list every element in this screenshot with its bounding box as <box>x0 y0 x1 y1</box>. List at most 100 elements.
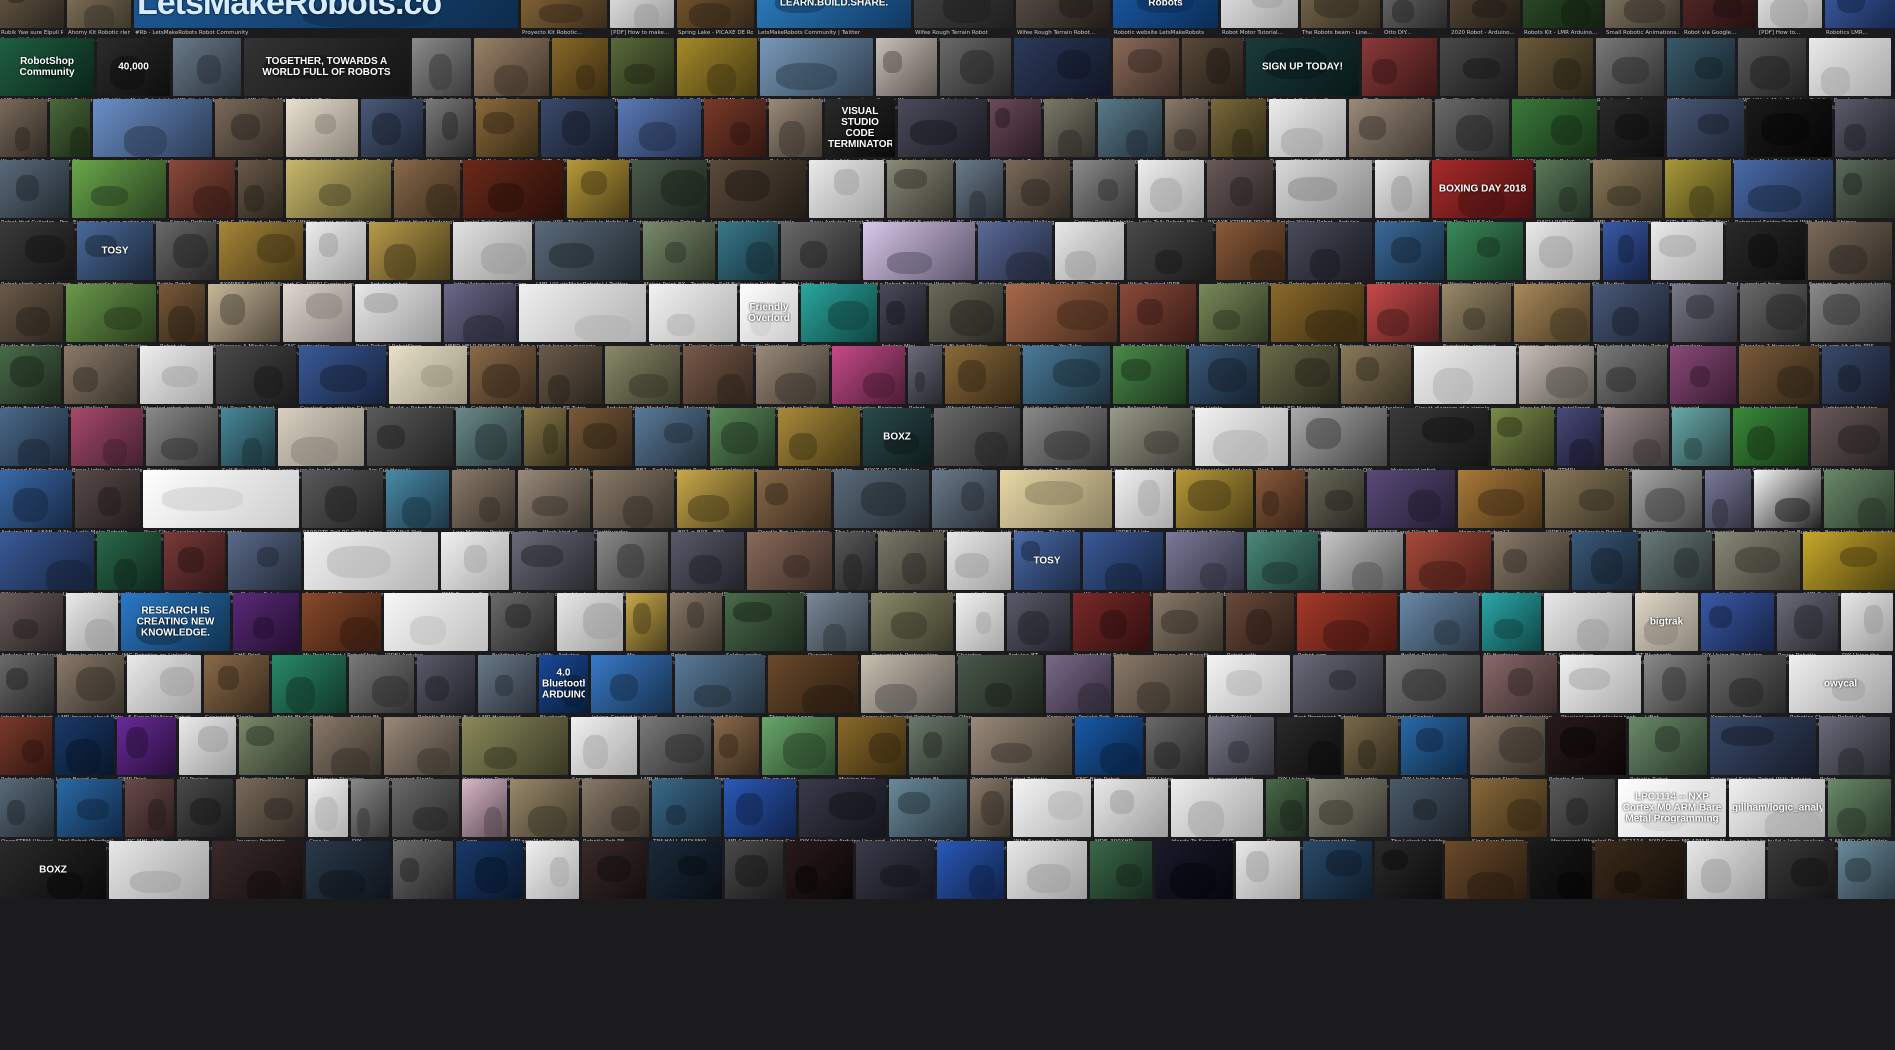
result-thumbnail[interactable] <box>1007 593 1070 651</box>
result-thumbnail[interactable] <box>889 779 967 837</box>
result-thumbnail[interactable] <box>671 532 744 590</box>
result-caption[interactable]: Robotics LMR... <box>1826 30 1895 37</box>
result-thumbnail[interactable] <box>1166 532 1244 590</box>
result-thumbnail[interactable] <box>417 655 475 713</box>
result-thumbnail[interactable] <box>1593 284 1669 342</box>
result-thumbnail[interactable] <box>384 717 459 775</box>
result-thumbnail[interactable] <box>453 222 532 280</box>
result-thumbnail[interactable] <box>351 779 389 837</box>
result-thumbnail[interactable] <box>718 222 778 280</box>
result-thumbnail[interactable] <box>393 841 453 899</box>
result-caption[interactable]: 2020 Robot - Arduino... <box>1451 30 1519 37</box>
result-caption[interactable]: LetsMakeRobots Community | Twitter <box>758 30 910 37</box>
result-thumbnail[interactable] <box>1670 346 1736 404</box>
result-thumbnail[interactable] <box>215 99 283 157</box>
result-thumbnail[interactable] <box>0 532 94 590</box>
result-thumbnail[interactable] <box>1595 841 1684 899</box>
image-result-tile[interactable] <box>1155 841 1233 915</box>
result-thumbnail[interactable] <box>1550 779 1615 837</box>
result-thumbnail[interactable] <box>618 99 701 157</box>
result-thumbnail[interactable] <box>1207 655 1290 713</box>
result-thumbnail[interactable] <box>725 593 804 651</box>
result-thumbnail[interactable] <box>1277 717 1341 775</box>
result-thumbnail[interactable] <box>1113 38 1179 96</box>
result-thumbnail[interactable] <box>1401 717 1467 775</box>
result-thumbnail[interactable]: BOXZ <box>0 841 106 899</box>
result-thumbnail[interactable] <box>756 346 829 404</box>
result-thumbnail[interactable] <box>1641 532 1712 590</box>
result-thumbnail[interactable] <box>1632 470 1702 528</box>
result-thumbnail[interactable] <box>64 346 137 404</box>
result-thumbnail[interactable] <box>908 346 942 404</box>
result-thumbnail[interactable] <box>1044 99 1095 157</box>
result-thumbnail[interactable] <box>299 346 386 404</box>
result-thumbnail[interactable] <box>835 532 875 590</box>
result-thumbnail[interactable] <box>0 717 52 775</box>
image-result-tile[interactable] <box>1375 841 1442 915</box>
image-result-tile[interactable] <box>725 841 783 915</box>
result-thumbnail[interactable] <box>146 408 218 466</box>
result-thumbnail[interactable] <box>1605 0 1680 28</box>
result-thumbnail[interactable] <box>1440 38 1515 96</box>
result-thumbnail[interactable] <box>670 593 722 651</box>
image-result-tile[interactable] <box>937 841 1004 915</box>
result-thumbnail[interactable] <box>1738 38 1806 96</box>
result-thumbnail[interactable] <box>1667 38 1735 96</box>
result-thumbnail[interactable] <box>93 99 212 157</box>
result-thumbnail[interactable] <box>519 284 646 342</box>
result-thumbnail[interactable] <box>677 470 754 528</box>
result-thumbnail[interactable] <box>1301 0 1380 28</box>
result-thumbnail[interactable] <box>0 593 63 651</box>
result-caption[interactable]: Wifee Rough Terrain Robot <box>915 30 1012 37</box>
result-thumbnail[interactable] <box>569 408 632 466</box>
result-thumbnail[interactable] <box>1536 160 1590 218</box>
result-thumbnail[interactable] <box>0 470 72 528</box>
image-result-tile[interactable] <box>456 841 523 915</box>
result-thumbnail[interactable] <box>272 655 346 713</box>
result-caption[interactable]: Robotic website LetsMakeRobots <box>1114 30 1217 37</box>
result-thumbnail[interactable] <box>1593 160 1662 218</box>
result-thumbnail[interactable] <box>441 532 509 590</box>
result-thumbnail[interactable] <box>117 717 176 775</box>
result-thumbnail[interactable] <box>945 346 1020 404</box>
result-thumbnail[interactable] <box>1604 408 1669 466</box>
result-thumbnail[interactable] <box>1155 841 1233 899</box>
result-caption[interactable]: [PDF] How to... <box>1759 30 1821 37</box>
result-thumbnail[interactable] <box>212 841 303 899</box>
result-thumbnail[interactable] <box>1548 717 1626 775</box>
result-thumbnail[interactable] <box>887 160 953 218</box>
result-thumbnail[interactable] <box>1644 655 1707 713</box>
result-thumbnail[interactable] <box>675 655 765 713</box>
result-thumbnail[interactable] <box>747 532 832 590</box>
result-thumbnail[interactable] <box>832 346 905 404</box>
result-thumbnail[interactable] <box>971 717 1072 775</box>
result-thumbnail[interactable] <box>876 38 937 96</box>
result-thumbnail[interactable] <box>861 655 955 713</box>
result-thumbnail[interactable] <box>286 160 391 218</box>
result-thumbnail[interactable] <box>582 841 646 899</box>
result-thumbnail[interactable]: LPC1114 -- NXP Cortex M0 ARM Bare Metal … <box>1618 779 1726 837</box>
result-thumbnail[interactable] <box>809 160 884 218</box>
result-thumbnail[interactable] <box>278 408 364 466</box>
result-thumbnail[interactable] <box>452 470 515 528</box>
result-thumbnail[interactable] <box>1073 593 1150 651</box>
result-thumbnail[interactable] <box>1014 38 1110 96</box>
image-result-tile[interactable] <box>1236 841 1300 915</box>
result-thumbnail[interactable] <box>304 532 438 590</box>
result-caption[interactable]: Otto DIY... <box>1384 30 1446 37</box>
result-thumbnail[interactable] <box>71 408 143 466</box>
result-thumbnail[interactable] <box>208 284 280 342</box>
result-thumbnail[interactable] <box>1701 593 1774 651</box>
result-thumbnail[interactable] <box>1450 0 1520 28</box>
result-thumbnail[interactable] <box>1819 717 1890 775</box>
result-thumbnail[interactable] <box>1603 222 1648 280</box>
result-thumbnail[interactable] <box>978 222 1052 280</box>
result-thumbnail[interactable] <box>1362 38 1437 96</box>
result-thumbnail[interactable] <box>57 655 124 713</box>
result-thumbnail[interactable] <box>871 593 953 651</box>
result-thumbnail[interactable] <box>0 655 54 713</box>
result-thumbnail[interactable] <box>518 470 590 528</box>
result-thumbnail[interactable] <box>72 160 166 218</box>
result-thumbnail[interactable] <box>552 38 608 96</box>
result-thumbnail[interactable] <box>1530 841 1592 899</box>
